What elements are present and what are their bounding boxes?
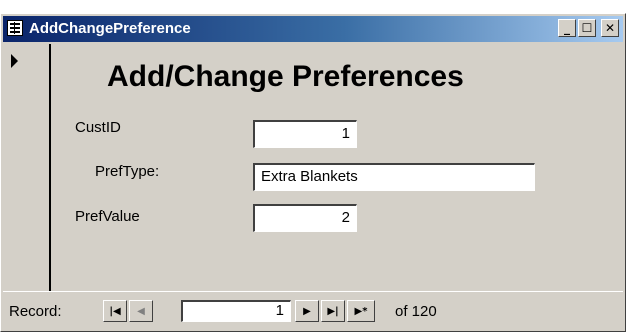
maximize-button[interactable]: ☐ [578,19,596,37]
prefvalue-label: PrefValue [75,208,140,225]
preftype-label: PrefType: [95,163,160,180]
last-record-button[interactable]: ▶| [321,300,345,322]
current-record-input[interactable]: 1 [181,300,291,322]
new-record-button[interactable]: ▶* [347,300,375,322]
custid-label: CustID [75,119,121,136]
close-button[interactable]: ✕ [601,19,619,37]
next-record-button[interactable]: ▶ [295,300,319,322]
record-label: Record: [9,303,62,320]
first-record-button[interactable]: |◀ [103,300,127,322]
minimize-button[interactable]: _ [558,19,576,37]
custid-field[interactable]: 1 [253,120,357,148]
form-heading: Add/Change Preferences [107,60,464,93]
form-icon[interactable] [7,20,23,36]
preftype-field[interactable]: Extra Blankets [253,163,535,191]
title-bar[interactable]: AddChangePreference _ ☐ ✕ [3,16,623,42]
window-controls: _ ☐ ✕ [558,19,619,37]
record-count: of 120 [395,303,437,320]
previous-record-button[interactable]: ◀ [129,300,153,322]
window-title: AddChangePreference [29,20,191,37]
record-navigation-bar: Record: |◀ ◀ 1 ▶ ▶| ▶* of 120 [3,291,623,330]
record-selector[interactable] [5,44,51,291]
prefvalue-field[interactable]: 2 [253,204,357,232]
access-form-window: AddChangePreference _ ☐ ✕ Add/Change Pre… [0,13,626,332]
record-pointer-icon [11,54,18,68]
